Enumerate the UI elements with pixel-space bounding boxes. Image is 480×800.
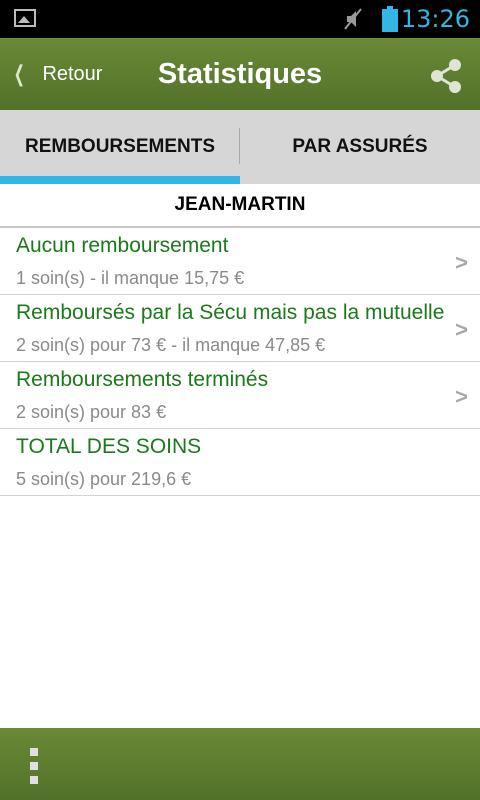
tab-bar: REMBOURSEMENTS PAR ASSURÉS <box>0 110 480 184</box>
chevron-right-icon: > <box>455 250 468 275</box>
list-item-title: Remboursés par la Sécu mais pas la mutue… <box>16 301 445 324</box>
list-item-title: Aucun remboursement <box>16 234 229 257</box>
overflow-menu-icon[interactable] <box>22 746 46 786</box>
list-item-subtitle: 1 soin(s) - il manque 15,75 € <box>16 268 245 288</box>
share-icon[interactable] <box>428 58 464 94</box>
image-notification-icon <box>14 9 36 27</box>
action-bar: ❮ Retour Statistiques <box>0 38 480 110</box>
mute-icon <box>344 8 362 30</box>
stats-list: Aucun remboursement 1 soin(s) - il manqu… <box>0 228 480 496</box>
list-item-title: Remboursements terminés <box>16 368 269 391</box>
clock: 13:26 <box>400 5 470 33</box>
list-item-title: TOTAL DES SOINS <box>16 435 202 458</box>
chevron-right-icon: > <box>455 384 468 409</box>
battery-icon <box>382 6 398 32</box>
tab-divider <box>239 128 240 164</box>
bottom-action-bar <box>0 728 480 800</box>
chevron-left-icon: ❮ <box>13 61 25 86</box>
section-header: JEAN-MARTIN <box>0 184 480 228</box>
list-item-subtitle: 5 soin(s) pour 219,6 € <box>16 469 192 489</box>
list-item-subtitle: 2 soin(s) pour 83 € <box>16 402 167 422</box>
list-item-rembourses-secu[interactable]: Remboursés par la Sécu mais pas la mutue… <box>0 295 480 362</box>
back-label: Retour <box>42 62 103 85</box>
tab-par-assures[interactable]: PAR ASSURÉS <box>240 110 480 184</box>
status-bar: 13:26 <box>0 0 480 38</box>
tab-remboursements[interactable]: REMBOURSEMENTS <box>0 110 240 184</box>
chevron-right-icon: > <box>455 317 468 342</box>
list-item-remboursements-termines[interactable]: Remboursements terminés 2 soin(s) pour 8… <box>0 362 480 429</box>
list-item-aucun-remboursement[interactable]: Aucun remboursement 1 soin(s) - il manqu… <box>0 228 480 295</box>
list-item-subtitle: 2 soin(s) pour 73 € - il manque 47,85 € <box>16 335 326 355</box>
back-button[interactable]: ❮ Retour <box>10 38 103 110</box>
list-item-total: TOTAL DES SOINS 5 soin(s) pour 219,6 € <box>0 429 480 496</box>
